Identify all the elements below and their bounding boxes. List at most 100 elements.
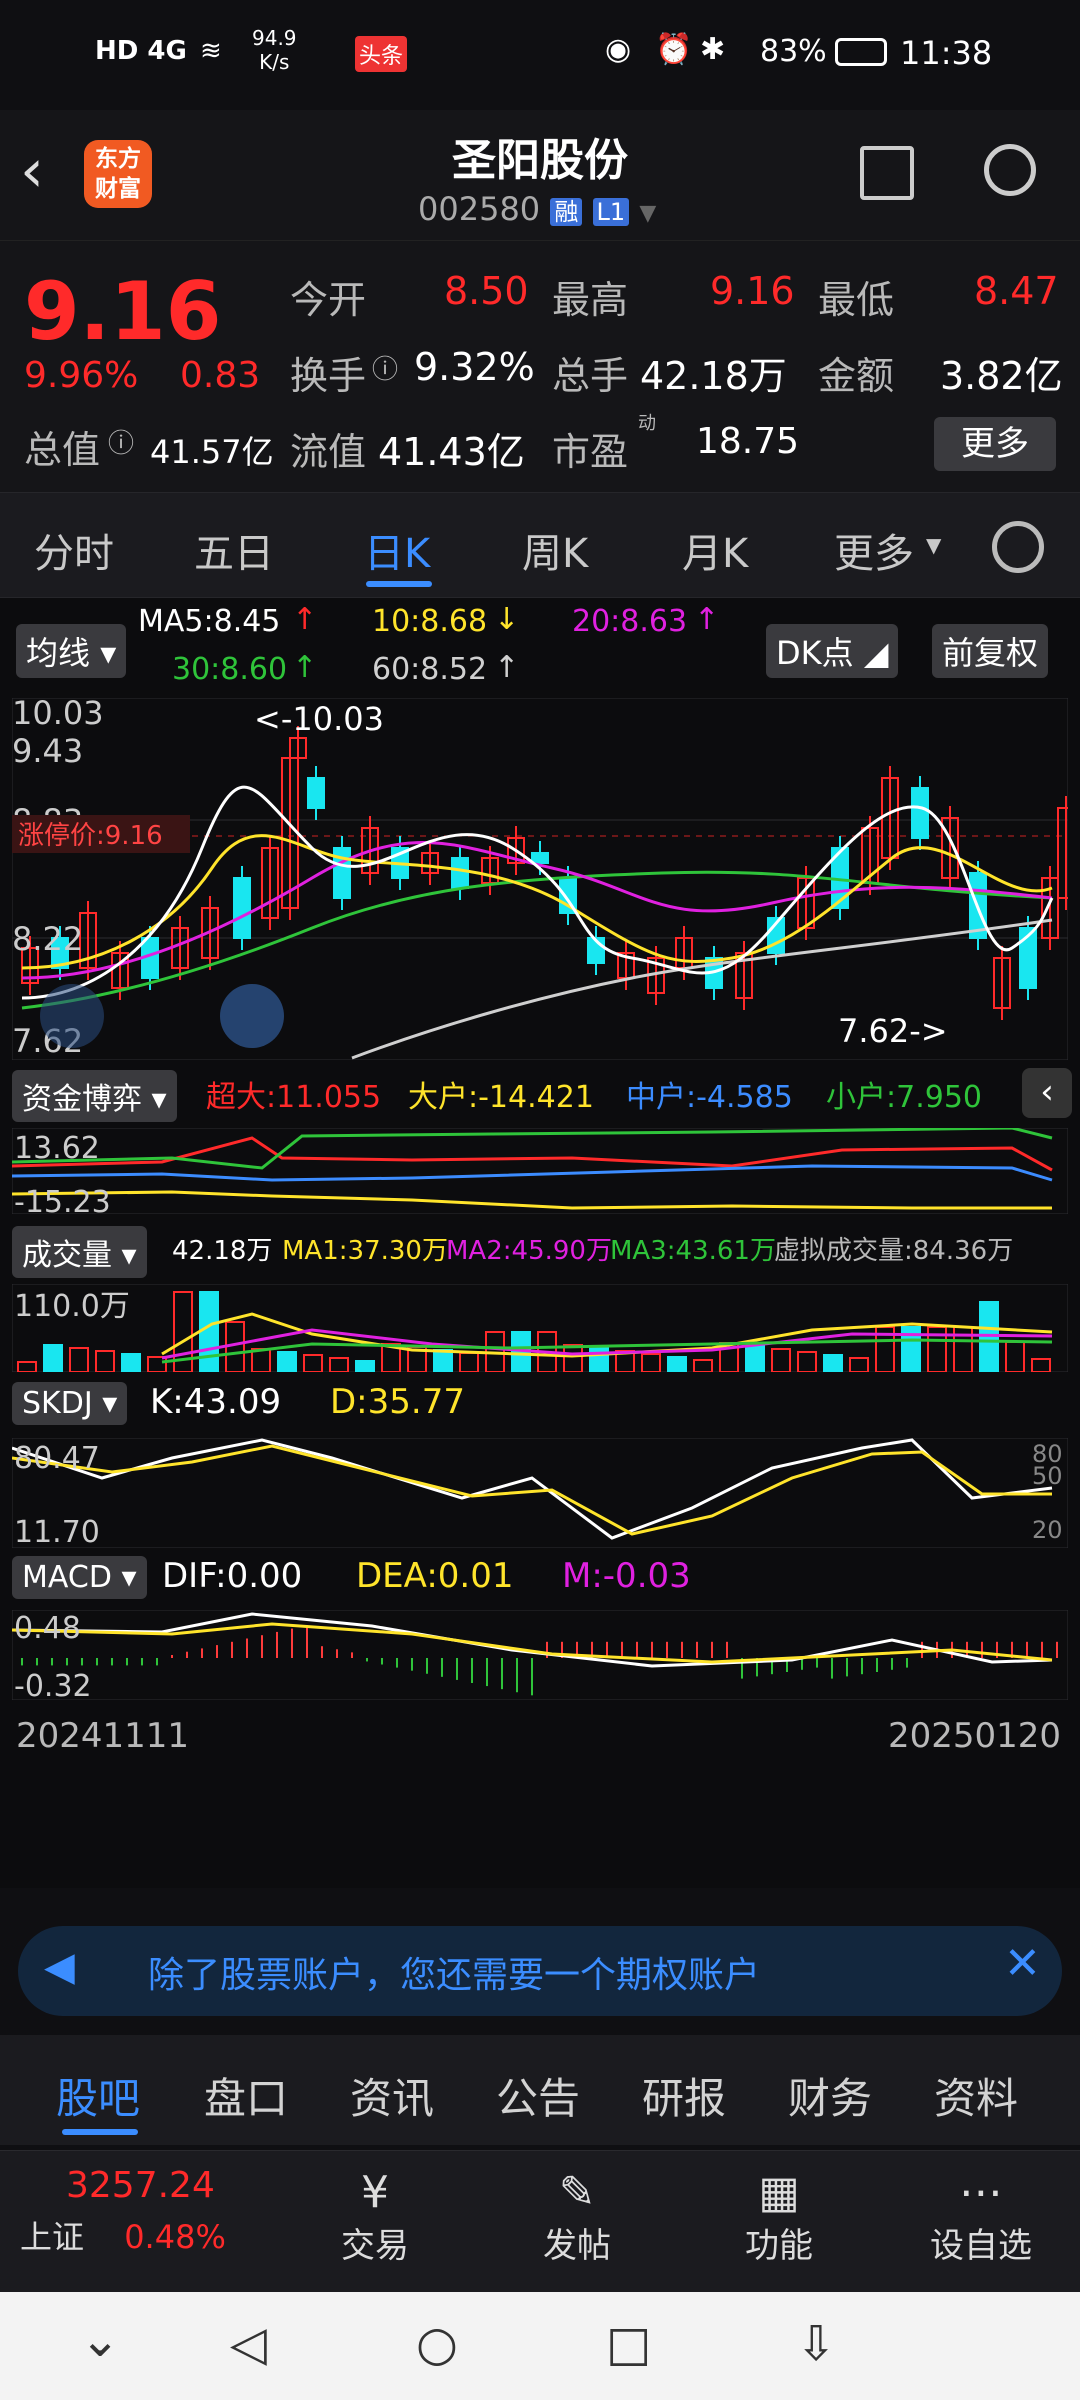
nav-add-watchlist[interactable]: ⋯ 设自选 [916,2167,1046,2267]
float-value: 41.43亿 [378,430,525,474]
high-label: 最高 [552,278,629,322]
info-tabs: 股吧 盘口 资讯 公告 研报 财务 资料 [0,2035,1080,2145]
tab-daily-k[interactable]: 日K [364,521,430,579]
ma10-value: 10:8.68 [372,604,488,639]
grid-icon: ▦ [758,2167,800,2218]
tab-profile[interactable]: 资料 [934,2065,1018,2126]
network-indicator: HD 4G [95,36,187,66]
scroll-left-icon[interactable] [40,984,104,1048]
tab-announcements[interactable]: 公告 [496,2065,580,2126]
nav-trade[interactable]: ¥ 交易 [310,2167,440,2267]
promo-banner[interactable]: ◀ 除了股票账户，您还需要一个期权账户 ✕ [18,1926,1062,2016]
mktcap-label: 总值 [24,428,101,472]
volume-bar [199,1291,219,1372]
tab-finance[interactable]: 财务 [788,2065,872,2126]
volume-bar [69,1347,89,1372]
close-icon[interactable]: ✕ [1004,1938,1041,1989]
active-tab-indicator [366,581,432,587]
chart-area: 均线 ▾ MA5:8.45 ↑ 10:8.68 ↓ 20:8.63 ↑ 30:8.60… [0,598,1080,1888]
macd-dif: DIF:0.00 [162,1556,303,1596]
tab-five-day[interactable]: 五日 [194,521,274,579]
net-speed: 94.9 K/s [252,26,297,74]
home-circle-icon[interactable]: ○ [416,2316,458,2372]
volume-today: 42.18万 [172,1236,273,1266]
skdj-chart: 80.47 11.70 80 50 20 [12,1438,1068,1548]
info-icon[interactable]: ⓘ [108,423,134,460]
fund-selector[interactable]: 资金博弈 ▾ [12,1070,177,1122]
volume-bar [355,1360,375,1372]
macd-y-bottom: -0.32 [14,1669,92,1700]
skdj-k: K:43.09 [150,1382,282,1422]
pe-dynamic-mark: 动 [638,413,656,434]
share-icon[interactable] [860,146,914,200]
skdj-ref-50: 50 [1032,1462,1063,1490]
limit-up-label: 涨停价:9.16 [18,821,163,851]
index-ticker[interactable]: 3257.24 上证 0.48% [20,2165,270,2258]
chevron-down-icon[interactable]: ⌄ [80,2312,120,2368]
open-value: 8.50 [444,269,529,313]
info-icon[interactable]: ⓘ [372,349,398,386]
macd-selector[interactable]: MACD ▾ [12,1556,147,1599]
ma-selector[interactable]: 均线 ▾ [16,624,127,678]
ma20-value: 20:8.63 [572,604,688,639]
kline-chart[interactable]: 10.03 9.43 8.83 8.22 7.62 涨停价:9.16 <-10.… [12,698,1068,1060]
skdj-y-bottom: 11.70 [14,1515,100,1548]
eye-icon: ◉ [605,32,632,67]
fund-super: 超大:11.055 [206,1080,382,1115]
date-end: 20250120 [888,1716,1062,1756]
recents-square-icon[interactable]: □ [606,2316,651,2372]
macd-dea: DEA:0.01 [356,1556,514,1596]
adjust-mode-button[interactable]: 前复权 [932,624,1049,678]
volume-bar [563,1344,583,1372]
more-button[interactable]: 更多 [934,417,1056,471]
tab-more[interactable]: 更多 [834,521,914,579]
notification-badge: 头条 [355,36,408,72]
megaphone-icon: ◀ [44,1944,75,1990]
alarm-icon: ⏰ [655,32,693,67]
macd-m: M:-0.03 [562,1556,691,1596]
tab-monthly-k[interactable]: 月K [682,521,748,579]
search-icon[interactable] [984,144,1036,196]
volume-bar [17,1361,37,1372]
settings-gear-icon[interactable] [992,521,1044,573]
tab-guba[interactable]: 股吧 [56,2065,140,2126]
volume-selector[interactable]: 成交量 ▾ [12,1226,147,1278]
margin-tag: 融 [550,198,583,226]
fund-big: 大户:-14.421 [408,1080,594,1115]
index-value: 3257.24 [66,2165,215,2206]
tab-intraday[interactable]: 分时 [34,521,114,579]
volume-bar [251,1348,271,1372]
low-value: 8.47 [974,269,1059,313]
volume-bar [641,1353,661,1372]
ma5-value: MA5:8.45 [138,604,281,639]
stock-code: 002580 [418,190,541,228]
tab-research[interactable]: 研报 [642,2065,726,2126]
ma60-value: 60:8.52 [372,652,488,687]
period-tabs: 分时 五日 日K 周K 月K 更多 ▼ [0,492,1080,598]
nav-post[interactable]: ✎ 发帖 [512,2167,642,2267]
status-bar: HD 4G ≋ 94.9 K/s 头条 ◉ ⏰ ✱ 83% 11:38 [0,0,1080,110]
open-label: 今开 [290,278,367,322]
quote-panel: 9.16 9.96% 0.83 总值 ⓘ 41.57亿 今开 8.50 最高 9… [0,240,1080,492]
kline-y-mid3: 8.22 [12,920,83,958]
tab-weekly-k[interactable]: 周K [522,521,588,579]
bottom-nav: 3257.24 上证 0.48% ¥ 交易 ✎ 发帖 ▦ 功能 ⋯ 设自选 [0,2150,1080,2292]
tab-news[interactable]: 资讯 [350,2065,434,2126]
expand-icon[interactable] [220,984,284,1048]
date-start: 20241111 [16,1716,190,1756]
dk-point-button[interactable]: DK点 ◢ [766,624,899,678]
volume-bar [277,1351,297,1372]
chevron-down-icon: ▼ [639,201,657,226]
fund-chart: 13.62 -15.23 [12,1128,1068,1214]
back-triangle-icon[interactable]: ◁ [230,2316,267,2372]
skdj-selector[interactable]: SKDJ ▾ [12,1382,128,1425]
volume-ma3: MA3:43.61万 [610,1236,776,1266]
download-icon[interactable]: ⇩ [796,2316,836,2372]
stock-code-row[interactable]: 002580 融 L1 ▼ [418,190,656,228]
nav-functions[interactable]: ▦ 功能 [714,2167,844,2267]
volume-bar [1031,1358,1051,1372]
collapse-panel-icon[interactable]: ‹ [1022,1068,1072,1118]
volume-bar [459,1352,479,1372]
tab-orderbook[interactable]: 盘口 [204,2065,288,2126]
volume-ma1: MA1:37.30万 [282,1236,448,1266]
